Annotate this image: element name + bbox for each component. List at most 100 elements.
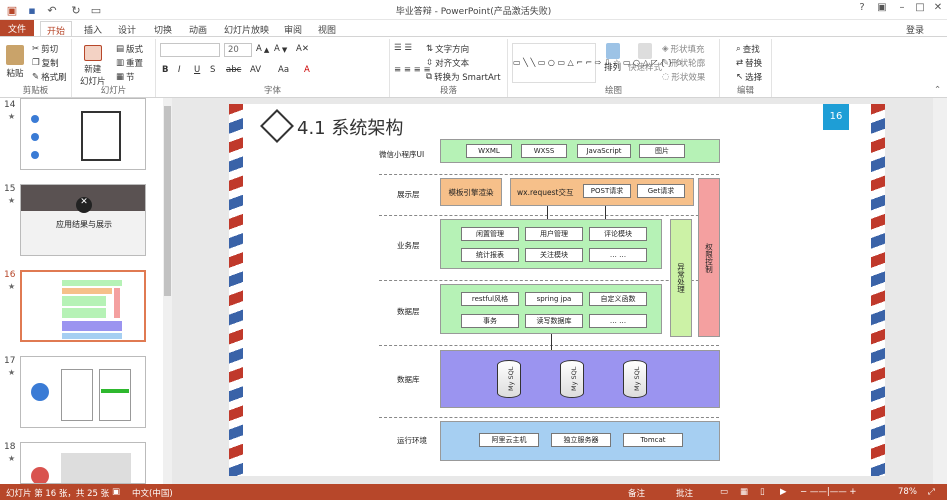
shape-outline-button[interactable]: ✎ 形状轮廓: [662, 57, 705, 69]
slides-group: 新建 幻灯片 ▤ 版式 ▥ 重置 ▦ 节 幻灯片: [72, 39, 156, 97]
select-button[interactable]: ↖ 选择: [736, 71, 762, 83]
zoom-slider[interactable]: − ——|—— +: [800, 487, 857, 497]
cut-button[interactable]: ✂ 剪切: [32, 43, 58, 55]
spellcheck-icon[interactable]: ▣: [112, 487, 120, 497]
layout-button[interactable]: ▤ 版式: [116, 43, 143, 55]
collapse-ribbon-icon[interactable]: ⌃: [934, 85, 941, 95]
arrange-button[interactable]: 排列: [604, 43, 621, 73]
section-button[interactable]: ▦ 节: [116, 71, 135, 83]
close-button[interactable]: ✕: [928, 2, 947, 18]
zoom-level[interactable]: 78%: [898, 487, 917, 497]
bold-button[interactable]: B: [162, 65, 168, 75]
separator: [379, 280, 719, 281]
font-size-dropdown[interactable]: 20: [224, 43, 252, 57]
tab-animations[interactable]: 动画: [183, 21, 213, 36]
language[interactable]: 中文(中国): [132, 487, 173, 499]
quick-styles-button[interactable]: 快速样式: [628, 43, 662, 73]
shapes-gallery[interactable]: ▭ ╲ ╲ ▭ ○ ▭ △ ⌐ ⌐ ⇨ ⇩ ☆ ▭ ○ △ ◸ { } ✩: [512, 43, 682, 83]
minimize-button[interactable]: –: [892, 2, 912, 18]
slide-thumbnail-14[interactable]: [20, 98, 146, 170]
arrow-down: [551, 334, 552, 350]
slide-title: 4.1 系统架构: [297, 118, 404, 139]
get-request: Get请求: [637, 184, 685, 198]
help-button[interactable]: ?: [852, 2, 872, 18]
slide-scrollbar[interactable]: [933, 98, 947, 484]
post-request: POST请求: [583, 184, 631, 198]
slide-thumbnail-18[interactable]: [20, 442, 146, 484]
align-text-button[interactable]: ⇳ 对齐文本: [426, 57, 469, 69]
text-direction-button[interactable]: ⇅ 文字方向: [426, 43, 469, 55]
normal-view-icon[interactable]: ▭: [720, 487, 728, 497]
env-item: 独立服务器: [551, 433, 611, 447]
slides-label: 幻灯片: [100, 86, 127, 96]
thumb-caption: 应用结果与展示: [56, 220, 112, 229]
tab-slideshow[interactable]: 幻灯片放映: [218, 21, 275, 36]
shape-fill-button[interactable]: ◈ 形状填充: [662, 43, 705, 55]
clipboard-label: 剪贴板: [22, 86, 49, 96]
thumb-star: ★: [8, 196, 16, 205]
change-case-button[interactable]: Aa: [278, 65, 289, 75]
character-spacing-button[interactable]: AV: [250, 65, 261, 75]
reading-view-icon[interactable]: ▯: [760, 487, 765, 497]
bullets-icon[interactable]: ☰ ☰: [394, 43, 412, 53]
font-color-button[interactable]: A: [304, 65, 310, 75]
sorter-view-icon[interactable]: ▦: [740, 487, 748, 497]
env-item: 阿里云主机: [479, 433, 539, 447]
data-item: 事务: [461, 314, 519, 328]
clear-formatting-icon[interactable]: A✕: [296, 44, 309, 54]
tab-insert[interactable]: 插入: [78, 21, 108, 36]
thumb-star: ★: [8, 112, 16, 121]
layer-label-db: 数据库: [397, 375, 420, 384]
fit-slide-icon[interactable]: ⤢: [928, 487, 935, 497]
paste-icon: [6, 45, 24, 65]
font-name-dropdown[interactable]: [160, 43, 220, 57]
editing-group: ⌕ 查找 ⇄ 替换 ↖ 选择 编辑: [720, 39, 772, 97]
underline-button[interactable]: U: [194, 65, 200, 75]
slideshow-view-icon[interactable]: ▶: [780, 487, 787, 497]
thumb-number: 16: [4, 270, 16, 280]
smartart-button[interactable]: ⧉ 转换为 SmartArt: [426, 71, 501, 83]
paste-button[interactable]: 粘贴: [6, 45, 24, 79]
tab-review[interactable]: 审阅: [278, 21, 308, 36]
editing-label: 编辑: [736, 86, 754, 96]
new-slide-icon: [83, 45, 102, 61]
reset-button[interactable]: ▥ 重置: [116, 57, 143, 69]
copy-icon: ❐: [32, 58, 40, 68]
slide-thumbnail-15[interactable]: ✕ 应用结果与展示: [20, 184, 146, 256]
section-icon: ▦: [116, 72, 125, 82]
ribbon-display-icon[interactable]: ▣: [872, 2, 892, 18]
tab-design[interactable]: 设计: [112, 21, 142, 36]
replace-button[interactable]: ⇄ 替换: [736, 57, 762, 69]
maximize-button[interactable]: □: [910, 2, 930, 18]
slide-thumbnail-16[interactable]: [20, 270, 146, 342]
layer-label-show: 展示层: [397, 190, 420, 199]
tab-file[interactable]: 文件: [0, 20, 34, 36]
separator: [379, 215, 719, 216]
comments-button[interactable]: 批注: [676, 487, 693, 499]
drawing-group: ▭ ╲ ╲ ▭ ○ ▭ △ ⌐ ⌐ ⇨ ⇩ ☆ ▭ ○ △ ◸ { } ✩ 排列…: [508, 39, 720, 97]
copy-button[interactable]: ❐ 复制: [32, 57, 59, 69]
drawing-label: 绘图: [604, 86, 622, 96]
mp-item: 图片: [639, 144, 685, 158]
shrink-font-button[interactable]: A ▼: [274, 44, 287, 54]
select-icon: ↖: [736, 72, 744, 82]
tab-home[interactable]: 开始: [40, 21, 73, 37]
tab-view[interactable]: 视图: [312, 21, 342, 36]
data-item: restful风格: [461, 292, 519, 306]
strikethrough-button[interactable]: abc: [226, 65, 241, 75]
format-painter-button[interactable]: ✎ 格式刷: [32, 71, 67, 83]
new-slide-button[interactable]: 新建 幻灯片: [80, 45, 106, 87]
shadow-button[interactable]: S: [210, 65, 215, 75]
thumbnails-scrollbar[interactable]: [163, 98, 172, 484]
mp-item: WXSS: [521, 144, 567, 158]
grow-font-button[interactable]: A ▲: [256, 44, 269, 54]
outline-icon: ✎: [662, 58, 670, 68]
shape-effects-button[interactable]: ◌ 形状效果: [662, 71, 705, 83]
scrollbar-thumb[interactable]: [164, 106, 171, 296]
slide-thumbnail-17[interactable]: [20, 356, 146, 428]
italic-button[interactable]: I: [178, 65, 181, 75]
tab-transitions[interactable]: 切换: [148, 21, 178, 36]
find-button[interactable]: ⌕ 查找: [736, 43, 760, 55]
login-link[interactable]: 登录: [900, 21, 930, 36]
notes-button[interactable]: 备注: [628, 487, 645, 499]
